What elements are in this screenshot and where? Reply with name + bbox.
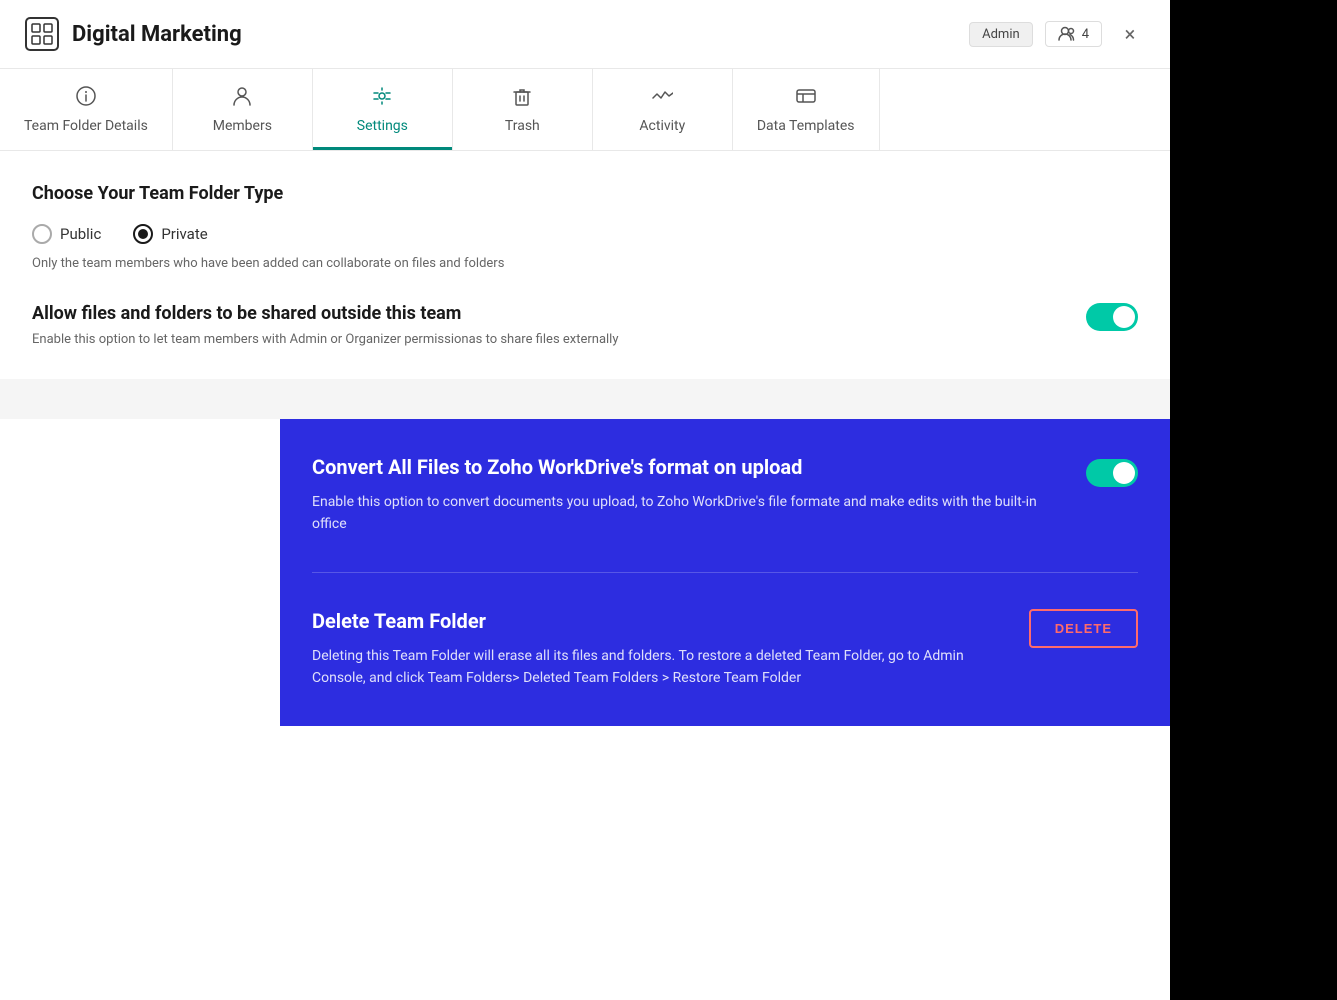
tab-team-folder-details[interactable]: Team Folder Details: [0, 69, 173, 150]
blue-divider: [312, 572, 1138, 573]
share-outside-text: Allow files and folders to be shared out…: [32, 303, 1062, 347]
convert-files-toggle[interactable]: [1086, 459, 1138, 487]
trash-icon: [511, 85, 533, 110]
tab-settings[interactable]: Settings: [313, 69, 453, 150]
radio-public[interactable]: Public: [32, 224, 101, 244]
convert-files-heading: Convert All Files to Zoho WorkDrive's fo…: [312, 455, 1062, 479]
content-area: Choose Your Team Folder Type Public Priv…: [0, 151, 1170, 1000]
share-outside-heading: Allow files and folders to be shared out…: [32, 303, 1062, 324]
share-outside-toggle[interactable]: [1086, 303, 1138, 331]
radio-circle-private: [133, 224, 153, 244]
data-templates-icon: [795, 85, 817, 110]
header: Digital Marketing Admin 4 ×: [0, 0, 1170, 69]
tab-trash-label: Trash: [505, 118, 540, 134]
info-icon: [75, 85, 97, 110]
close-button[interactable]: ×: [1114, 18, 1146, 50]
folder-type-description: Only the team members who have been adde…: [32, 256, 1138, 271]
settings-white-section: Choose Your Team Folder Type Public Priv…: [0, 151, 1170, 379]
convert-files-text: Convert All Files to Zoho WorkDrive's fo…: [312, 455, 1062, 536]
share-outside-description: Enable this option to let team members w…: [32, 332, 1062, 347]
members-count: 4: [1082, 27, 1089, 42]
folder-type-heading: Choose Your Team Folder Type: [32, 183, 1138, 204]
delete-folder-text: Delete Team Folder Deleting this Team Fo…: [312, 609, 1005, 690]
delete-folder-heading: Delete Team Folder: [312, 609, 1005, 633]
tab-members[interactable]: Members: [173, 69, 313, 150]
tab-settings-label: Settings: [357, 118, 408, 134]
radio-private-label: Private: [161, 225, 207, 243]
activity-icon: [651, 85, 673, 110]
delete-folder-section: Delete Team Folder Deleting this Team Fo…: [312, 609, 1138, 726]
tabs-bar: Team Folder Details Members: [0, 69, 1170, 151]
folder-type-section: Choose Your Team Folder Type Public Priv…: [32, 183, 1138, 271]
folder-type-radio-group: Public Private: [32, 224, 1138, 244]
tab-team-folder-details-label: Team Folder Details: [24, 118, 148, 134]
logo-icon: [24, 16, 60, 52]
share-outside-section: Allow files and folders to be shared out…: [32, 303, 1138, 347]
radio-circle-public: [32, 224, 52, 244]
convert-files-section: Convert All Files to Zoho WorkDrive's fo…: [312, 455, 1138, 572]
modal-container: Digital Marketing Admin 4 × Team Fo: [0, 0, 1170, 1000]
page-title: Digital Marketing: [72, 22, 957, 47]
tab-members-label: Members: [213, 118, 272, 134]
radio-public-label: Public: [60, 225, 101, 243]
gray-gap: [0, 379, 1170, 419]
members-icon: [231, 85, 253, 110]
delete-button[interactable]: DELETE: [1029, 609, 1138, 648]
tab-data-templates-label: Data Templates: [757, 118, 855, 134]
settings-blue-section: Convert All Files to Zoho WorkDrive's fo…: [280, 419, 1170, 726]
tab-data-templates[interactable]: Data Templates: [733, 69, 880, 150]
settings-icon: [371, 85, 393, 110]
delete-folder-description: Deleting this Team Folder will erase all…: [312, 645, 1005, 690]
tab-activity-label: Activity: [639, 118, 685, 134]
tab-activity[interactable]: Activity: [593, 69, 733, 150]
radio-private[interactable]: Private: [133, 224, 207, 244]
convert-files-description: Enable this option to convert documents …: [312, 491, 1062, 536]
admin-badge: Admin: [969, 22, 1033, 47]
members-badge[interactable]: 4: [1045, 21, 1102, 47]
tab-trash[interactable]: Trash: [453, 69, 593, 150]
